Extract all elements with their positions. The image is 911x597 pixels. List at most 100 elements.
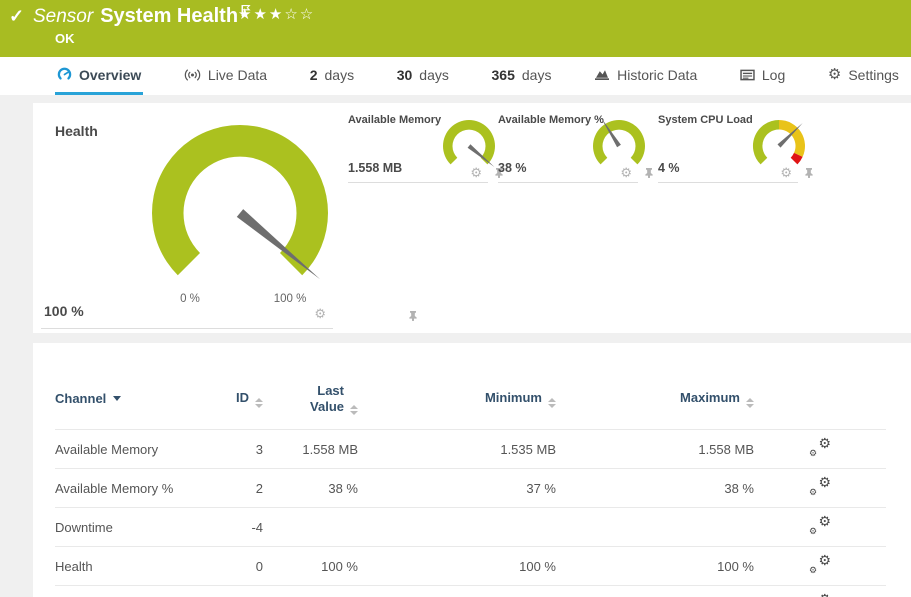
channel-actions-cell: ⚙⚙: [754, 586, 886, 597]
tab-label: Live Data: [208, 67, 267, 83]
last-value-cell: 4 %: [263, 586, 358, 597]
tab-label: days: [522, 67, 552, 83]
tab-log[interactable]: Log: [738, 57, 787, 95]
table-row: System CPU Load14 %4 %12 %⚙⚙: [55, 586, 886, 597]
last-value-cell: 100 %: [263, 547, 358, 586]
sensor-status-banner: ✓ SensorSystem Health ★★★☆☆ OK: [0, 0, 911, 57]
tab-settings[interactable]: ⚙ Settings: [826, 57, 901, 95]
tab-number: 365: [492, 67, 515, 83]
minimum-cell: 37 %: [358, 469, 556, 508]
column-header-minimum[interactable]: Minimum: [358, 379, 556, 430]
sort-icon: [548, 398, 556, 408]
maximum-cell: [556, 508, 754, 547]
gauge-scale-min: 0 %: [169, 293, 211, 305]
stars-filled: ★★★: [238, 6, 284, 23]
table-row: Available Memory %238 %37 %38 %⚙⚙: [55, 469, 886, 508]
last-value-cell: [263, 508, 358, 547]
tab-label: days: [419, 67, 449, 83]
table-row: Health0100 %100 %100 %⚙⚙: [55, 547, 886, 586]
gear-icon[interactable]: ⚙: [780, 166, 792, 179]
gauge-value: 38 %: [498, 161, 527, 175]
sort-icon: [746, 398, 754, 408]
priority-stars[interactable]: ★★★☆☆: [238, 5, 315, 23]
column-header-last-value[interactable]: Last Value: [263, 379, 358, 430]
sensor-kind-label: Sensor: [33, 6, 93, 27]
channels-table-panel: Channel ID Last Value Minimum Maximum Av…: [33, 343, 911, 597]
gauge-icon: [57, 67, 72, 82]
live-icon: [184, 68, 201, 82]
gauge-value: 4 %: [658, 161, 680, 175]
id-cell: 0: [225, 547, 263, 586]
gauge-title: Health: [55, 123, 98, 139]
tab-number: 30: [397, 67, 413, 83]
gauge-value: 1.558 MB: [348, 161, 402, 175]
maximum-cell: 1.558 MB: [556, 430, 754, 469]
id-cell: 2: [225, 469, 263, 508]
health-gauge: [135, 114, 345, 289]
tab-30-days[interactable]: 30 days: [395, 57, 451, 95]
minimum-cell: [358, 508, 556, 547]
check-icon: ✓: [9, 6, 24, 27]
available-memory-pct-gauge-tile: Available Memory % 38 % ⚙: [498, 111, 638, 183]
gauge-value: 100 %: [44, 303, 84, 319]
column-header-maximum[interactable]: Maximum: [556, 379, 754, 430]
channel-actions-cell: ⚙⚙: [754, 469, 886, 508]
system-cpu-load-gauge-tile: System CPU Load 4 % ⚙: [658, 111, 798, 183]
channel-cell: Health: [55, 547, 225, 586]
channel-settings-gears-icon[interactable]: ⚙⚙: [809, 439, 831, 456]
tab-live-data[interactable]: Live Data: [182, 57, 269, 95]
channels-table: Channel ID Last Value Minimum Maximum Av…: [55, 379, 886, 597]
last-value-cell: 1.558 MB: [263, 430, 358, 469]
column-header-id[interactable]: ID: [225, 379, 263, 430]
channel-actions-cell: ⚙⚙: [754, 430, 886, 469]
table-row: Downtime-4 ⚙⚙: [55, 508, 886, 547]
tab-number: 2: [310, 67, 318, 83]
gear-icon[interactable]: ⚙: [620, 166, 632, 179]
stars-empty: ☆☆: [284, 6, 315, 23]
id-cell: 1: [225, 586, 263, 597]
gauges-panel: Health 0 % 100 % 100 % ⚙ Available Memor…: [33, 103, 911, 333]
channel-cell: Downtime: [55, 508, 225, 547]
column-header-channel[interactable]: Channel: [55, 379, 225, 430]
chart-icon: [594, 68, 610, 81]
tab-historic-data[interactable]: Historic Data: [592, 57, 699, 95]
tab-2-days[interactable]: 2 days: [308, 57, 356, 95]
channel-cell: Available Memory: [55, 430, 225, 469]
minimum-cell: 1.535 MB: [358, 430, 556, 469]
table-row: Available Memory31.558 MB1.535 MB1.558 M…: [55, 430, 886, 469]
sort-icon: [350, 405, 358, 415]
sort-icon: [255, 398, 263, 408]
minimum-cell: 4 %: [358, 586, 556, 597]
maximum-cell: 38 %: [556, 469, 754, 508]
id-cell: -4: [225, 508, 263, 547]
channel-settings-gears-icon[interactable]: ⚙⚙: [809, 556, 831, 573]
gauge-scale-max: 100 %: [266, 293, 314, 305]
maximum-cell: 12 %: [556, 586, 754, 597]
available-memory-gauge-tile: Available Memory 1.558 MB ⚙: [348, 111, 488, 183]
gear-icon[interactable]: ⚙: [470, 166, 482, 179]
tab-overview[interactable]: Overview: [55, 57, 143, 95]
channel-settings-gears-icon[interactable]: ⚙⚙: [809, 517, 831, 534]
channel-actions-cell: ⚙⚙: [754, 547, 886, 586]
tab-label: Settings: [848, 67, 899, 83]
tab-365-days[interactable]: 365 days: [490, 57, 554, 95]
tab-bar: Overview Live Data 2 days 30 days 365 days Histo…: [0, 57, 911, 95]
id-cell: 3: [225, 430, 263, 469]
tab-label: Log: [762, 67, 785, 83]
column-header-actions: [754, 379, 886, 430]
log-icon: [740, 69, 755, 81]
gauge-title: Available Memory: [348, 114, 441, 126]
tab-label: days: [325, 67, 355, 83]
channel-cell: System CPU Load: [55, 586, 225, 597]
gauge-title: System CPU Load: [658, 114, 753, 126]
gear-icon: ⚙: [828, 67, 841, 82]
sensor-status-text: OK: [55, 31, 75, 46]
tab-label: Historic Data: [617, 67, 697, 83]
prtg-sensor-page: ✓ SensorSystem Health ★★★☆☆ OK Overview L…: [0, 0, 911, 597]
channel-actions-cell: ⚙⚙: [754, 508, 886, 547]
tab-label: Overview: [79, 67, 141, 83]
sort-desc-icon: [113, 396, 121, 401]
channel-settings-gears-icon[interactable]: ⚙⚙: [809, 478, 831, 495]
gear-icon[interactable]: ⚙: [314, 307, 326, 320]
last-value-cell: 38 %: [263, 469, 358, 508]
